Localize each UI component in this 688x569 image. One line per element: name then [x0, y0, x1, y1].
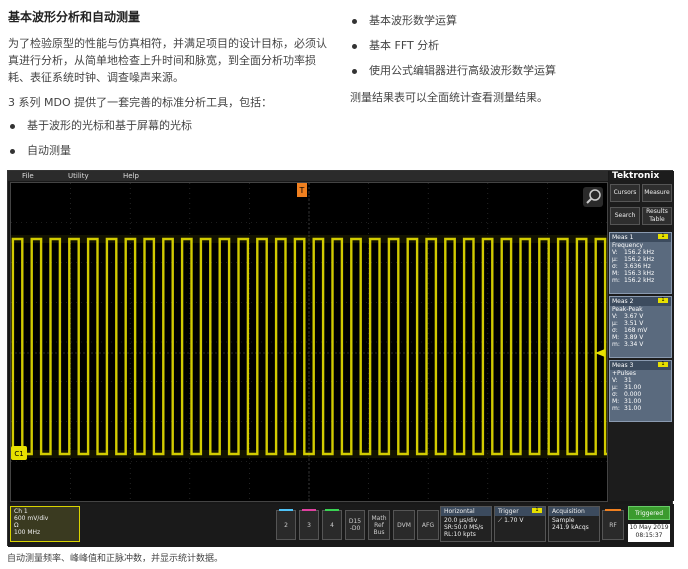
dvm-button[interactable]: DVM	[393, 510, 415, 540]
acquisition-badge[interactable]: Acquisition Sample 241.9 kAcqs	[548, 506, 600, 542]
triggered-status[interactable]: Triggered	[628, 506, 670, 520]
low-level-band	[11, 450, 607, 458]
oscilloscope-screenshot: File Utility Help T C1 Tektronix Cursors …	[7, 170, 674, 547]
ch4-button[interactable]: 4	[322, 509, 342, 540]
waveform-plot: T C1	[11, 183, 607, 501]
tools-paragraph: 3 系列 MDO 提供了一套完善的标准分析工具，包括：	[8, 96, 273, 109]
left-column: 基本波形分析和自动测量 为了检验原型的性能与仿真相符，并满足项目的设计目标，必须…	[8, 8, 333, 169]
measurement-badge-3[interactable]: Meas 31 +Pulses V: 31 µ: 31.00 σ: 0.000 M: 3…	[609, 360, 672, 422]
bullet-dot	[10, 148, 15, 154]
ch3-button[interactable]: 3	[299, 509, 319, 540]
horizontal-badge[interactable]: Horizontal 20.0 µs/div SR:50.0 MS/s RL:10 …	[440, 506, 492, 542]
bullet-dot	[352, 18, 357, 24]
bullet-item: 基本 FFT 分析	[350, 39, 680, 53]
bullet-dot	[352, 43, 357, 49]
menu-help[interactable]: Help	[123, 171, 139, 181]
search-button[interactable]: Search	[610, 207, 640, 225]
bullet-item: 基于波形的光标和基于屏幕的光标	[8, 119, 333, 133]
section-title: 基本波形分析和自动测量	[8, 10, 141, 24]
results-table-button[interactable]: Results Table	[642, 207, 672, 225]
menu-file[interactable]: File	[22, 171, 34, 181]
date-time: 10 May 2019 08:15:37	[628, 524, 670, 542]
digital-channels-button[interactable]: D15 -D0	[345, 510, 365, 540]
trigger-marker-label: T	[299, 186, 305, 195]
menu-utility[interactable]: Utility	[68, 171, 89, 181]
scope-menubar: File Utility Help	[8, 171, 608, 181]
measurement-badge-1[interactable]: Meas 11 Frequency V: 156.2 kHz µ: 156.2 kH…	[609, 232, 672, 294]
afg-button[interactable]: AFG	[417, 510, 439, 540]
intro-paragraph: 为了检验原型的性能与仿真相符，并满足项目的设计目标，必须认真进行分析，从简单地检…	[8, 37, 327, 84]
scope-bottom-bar: Ch 1 600 mV/div Ω 100 MHz 2 3 4 D15 -D0 …	[8, 504, 674, 547]
figure-caption: 自动测量频率、峰峰值和正脉冲数，并显示统计数据。	[7, 554, 224, 564]
cursors-button[interactable]: Cursors	[610, 184, 640, 202]
ch1-marker-label: C1	[14, 450, 23, 458]
math-ref-bus-button[interactable]: Math Ref Bus	[368, 510, 390, 540]
trigger-badge[interactable]: Trigger 1 ⟋ 1.70 V	[494, 506, 546, 542]
bullet-dot	[352, 68, 357, 74]
bullet-item: 自动测量	[8, 144, 333, 158]
rf-button[interactable]: RF	[602, 509, 624, 540]
high-level-band	[11, 235, 607, 243]
ch2-button[interactable]: 2	[276, 509, 296, 540]
right-column: 基本波形数学运算 基本 FFT 分析 使用公式编辑器进行高级波形数学运算 测量结…	[350, 14, 680, 105]
brand-logo: Tektronix	[612, 171, 660, 181]
waveform-graticule: T C1	[10, 182, 608, 502]
ch1-badge[interactable]: Ch 1 600 mV/div Ω 100 MHz	[10, 506, 80, 542]
bullet-item: 使用公式编辑器进行高级波形数学运算	[350, 64, 680, 78]
bullet-item: 基本波形数学运算	[350, 14, 680, 28]
results-paragraph: 测量结果表可以全面统计查看测量结果。	[350, 91, 548, 104]
article: 基本波形分析和自动测量 为了检验原型的性能与仿真相符，并满足项目的设计目标，必须…	[0, 0, 688, 170]
bullet-dot	[10, 123, 15, 129]
measurement-badge-2[interactable]: Meas 21 Peak-Peak V: 3.67 V µ: 3.51 V σ: 16…	[609, 296, 672, 358]
measure-button[interactable]: Measure	[642, 184, 672, 202]
